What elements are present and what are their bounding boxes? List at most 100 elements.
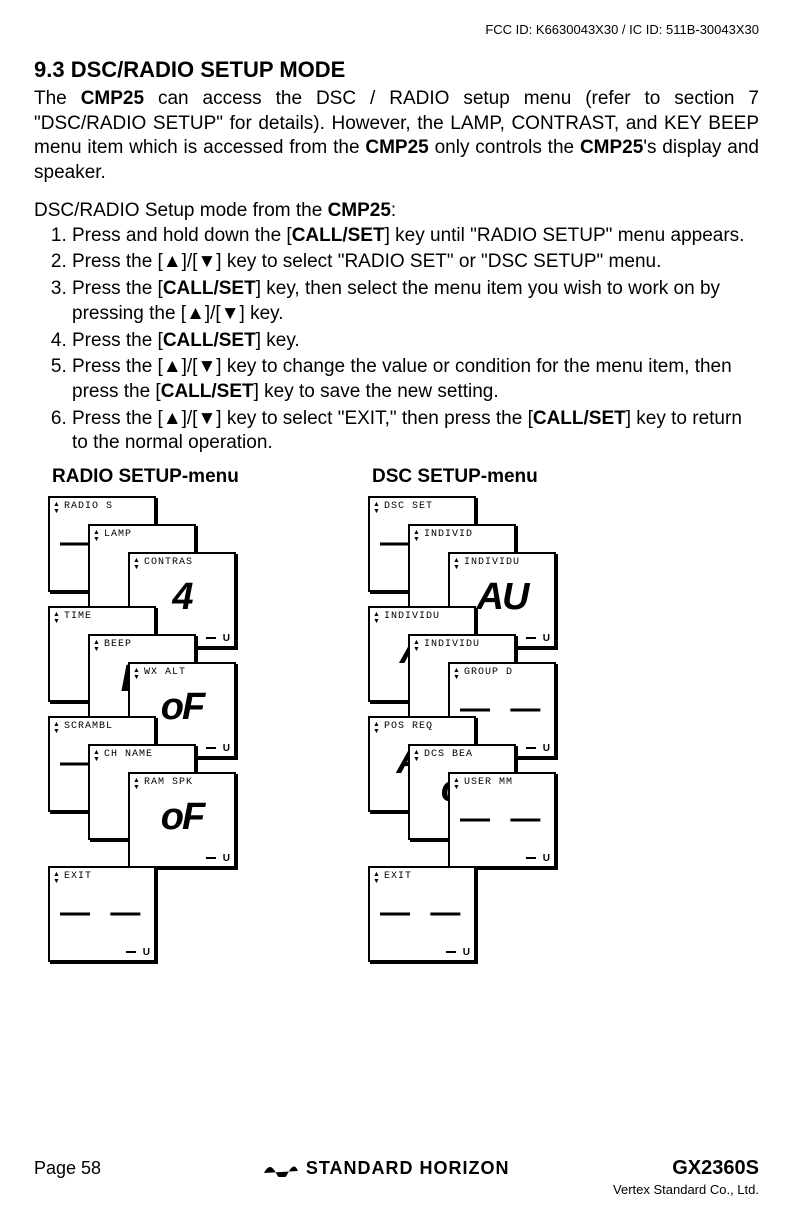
lcd-underline-icon <box>206 637 216 639</box>
lcd-underline-icon <box>446 951 456 953</box>
lcd-top-label: DSC SET <box>370 498 474 512</box>
updown-arrow-icon: ▲▼ <box>93 749 100 763</box>
lcd-underline-icon <box>526 637 536 639</box>
updown-arrow-icon: ▲▼ <box>413 749 420 763</box>
updown-arrow-icon: ▲▼ <box>413 639 420 653</box>
intro-paragraph: The CMP25 can access the DSC / RADIO set… <box>34 87 759 186</box>
key-ref: CALL/SET <box>161 381 254 402</box>
key-ref: CALL/SET <box>163 278 256 299</box>
model-number: GX2360S <box>672 1157 759 1180</box>
lcd-dashes: — — <box>450 788 554 836</box>
lead-line: DSC/RADIO Setup mode from the CMP25: <box>34 200 759 222</box>
lcd-top-label: POS REQ <box>370 718 474 732</box>
lcd-top-label: CONTRAS <box>130 554 234 568</box>
lcd-top-label: SCRAMBL <box>50 718 154 732</box>
radio-lcd-stack: ▲▼ RADIO S— —▲▼ LAMP▲▼ CONTRAS4U▲▼ TIME▲… <box>48 496 308 986</box>
lcd-top-label: WX ALT <box>130 664 234 678</box>
lcd-top-label: BEEP <box>90 636 194 650</box>
updown-arrow-icon: ▲▼ <box>373 871 380 885</box>
updown-arrow-icon: ▲▼ <box>453 667 460 681</box>
lcd-screen: ▲▼ RAM SPKoF U <box>128 772 236 868</box>
updown-arrow-icon: ▲▼ <box>453 557 460 571</box>
text: Press and hold down the [ <box>72 225 292 246</box>
lcd-top-label: RAM SPK <box>130 774 234 788</box>
page-number: Page 58 <box>34 1158 101 1179</box>
step-5: Press the [▲]/[▼] key to change the valu… <box>72 355 759 404</box>
lcd-u-indicator: U <box>463 947 470 958</box>
updown-arrow-icon: ▲▼ <box>53 501 60 515</box>
lcd-underline-icon <box>206 857 216 859</box>
model-ref: CMP25 <box>328 200 391 221</box>
step-6: Press the [▲]/[▼] key to select "EXIT," … <box>72 407 759 456</box>
lcd-top-label: INDIVIDU <box>450 554 554 568</box>
page-container: FCC ID: K6630043X30 / IC ID: 511B-30043X… <box>0 0 793 986</box>
model-ref: CMP25 <box>365 137 428 158</box>
lcd-top-label: INDIVIDU <box>410 636 514 650</box>
lcd-u-indicator: U <box>223 633 230 644</box>
text: ] key until "RADIO SETUP" menu appears. <box>385 225 745 246</box>
lcd-screen: ▲▼ USER MM— —U <box>448 772 556 868</box>
lcd-u-indicator: U <box>543 633 550 644</box>
step-3: Press the [CALL/SET] key, then select th… <box>72 277 759 326</box>
key-ref: CALL/SET <box>533 408 626 429</box>
model-ref: CMP25 <box>580 137 643 158</box>
lcd-top-label: RADIO S <box>50 498 154 512</box>
lcd-top-label: USER MM <box>450 774 554 788</box>
updown-arrow-icon: ▲▼ <box>453 777 460 791</box>
lcd-top-label: GROUP D <box>450 664 554 678</box>
text: : <box>391 200 396 221</box>
brand-text: STANDARD HORIZON <box>306 1158 510 1179</box>
dsc-setup-title: DSC SETUP-menu <box>372 466 628 488</box>
updown-arrow-icon: ▲▼ <box>373 721 380 735</box>
lcd-screen: ▲▼ EXIT— — U <box>48 866 156 962</box>
menu-illustrations: RADIO SETUP-menu ▲▼ RADIO S— —▲▼ LAMP▲▼ … <box>48 466 759 986</box>
updown-arrow-icon: ▲▼ <box>93 639 100 653</box>
lcd-top-label: INDIVID <box>410 526 514 540</box>
updown-arrow-icon: ▲▼ <box>373 501 380 515</box>
lcd-underline-icon <box>206 747 216 749</box>
lcd-dashes: — — <box>370 882 474 930</box>
lcd-top-label: EXIT <box>370 868 474 882</box>
lcd-top-label: INDIVIDU <box>370 608 474 622</box>
model-ref: CMP25 <box>81 88 144 109</box>
lcd-dashes: — — <box>50 882 154 930</box>
text: only controls the <box>429 137 580 158</box>
updown-arrow-icon: ▲▼ <box>53 721 60 735</box>
lcd-big-value: oF <box>130 788 234 836</box>
updown-arrow-icon: ▲▼ <box>53 871 60 885</box>
step-2: Press the [▲]/[▼] key to select "RADIO S… <box>72 250 759 275</box>
lcd-top-label: LAMP <box>90 526 194 540</box>
company-line: Vertex Standard Co., Ltd. <box>34 1182 759 1197</box>
updown-arrow-icon: ▲▼ <box>133 667 140 681</box>
fcc-id-line: FCC ID: K6630043X30 / IC ID: 511B-30043X… <box>34 22 759 37</box>
updown-arrow-icon: ▲▼ <box>373 611 380 625</box>
lcd-top-label: TIME <box>50 608 154 622</box>
step-1: Press and hold down the [CALL/SET] key u… <box>72 224 759 249</box>
lcd-u-indicator: U <box>543 743 550 754</box>
updown-arrow-icon: ▲▼ <box>133 557 140 571</box>
lcd-underline-icon <box>526 857 536 859</box>
step-4: Press the [CALL/SET] key. <box>72 329 759 354</box>
text: ] key to save the new setting. <box>254 381 499 402</box>
lcd-underline-icon <box>126 951 136 953</box>
updown-arrow-icon: ▲▼ <box>93 529 100 543</box>
lcd-top-label: EXIT <box>50 868 154 882</box>
lcd-underline-icon <box>526 747 536 749</box>
dsc-setup-column: DSC SETUP-menu ▲▼ DSC SET— —▲▼ INDIVID▲▼… <box>368 466 628 986</box>
lcd-u-indicator: U <box>223 853 230 864</box>
text: DSC/RADIO Setup mode from the <box>34 200 328 221</box>
text: The <box>34 88 81 109</box>
updown-arrow-icon: ▲▼ <box>53 611 60 625</box>
text: Press the [▲]/[▼] key to select "EXIT," … <box>72 408 533 429</box>
brand-wave-icon <box>264 1161 298 1177</box>
radio-setup-column: RADIO SETUP-menu ▲▼ RADIO S— —▲▼ LAMP▲▼ … <box>48 466 308 986</box>
updown-arrow-icon: ▲▼ <box>413 529 420 543</box>
text: Press the [ <box>72 330 163 351</box>
lcd-u-indicator: U <box>143 947 150 958</box>
updown-arrow-icon: ▲▼ <box>133 777 140 791</box>
key-ref: CALL/SET <box>163 330 256 351</box>
brand-logo: STANDARD HORIZON <box>264 1158 510 1179</box>
text: Press the [ <box>72 278 163 299</box>
footer-row: Page 58 STANDARD HORIZON GX2360S <box>34 1157 759 1180</box>
lcd-top-label: DCS BEA <box>410 746 514 760</box>
